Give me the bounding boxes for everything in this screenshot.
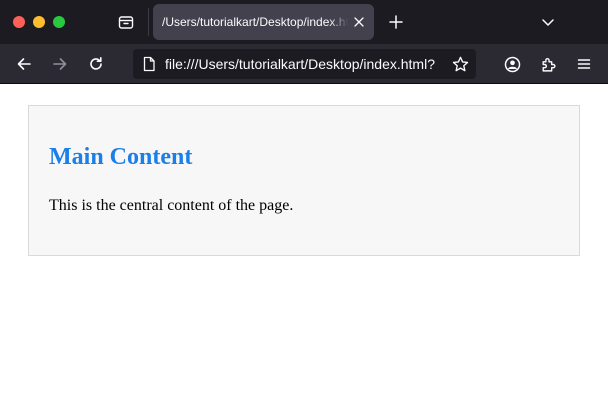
reload-icon: [90, 57, 102, 70]
tab-separator: [148, 8, 149, 36]
forward-icon: [53, 58, 67, 70]
plus-icon: [389, 15, 403, 29]
navigation-toolbar: file:///Users/tutorialkart/Desktop/index…: [0, 44, 608, 84]
extensions-icon: [541, 57, 555, 72]
chevron-down-icon: [542, 19, 554, 26]
main-content-section: Main Content This is the central content…: [28, 105, 580, 256]
account-button[interactable]: [498, 50, 526, 78]
menu-icon: [577, 59, 591, 69]
address-bar[interactable]: file:///Users/tutorialkart/Desktop/index…: [133, 49, 476, 79]
tab-bar: /Users/tutorialkart/Desktop/index.html: [0, 0, 608, 44]
tab-overview-button[interactable]: [112, 9, 140, 35]
window-close-button[interactable]: [13, 16, 25, 28]
tab-overview-icon: [118, 16, 134, 29]
window-minimize-button[interactable]: [33, 16, 45, 28]
back-button[interactable]: [10, 50, 38, 78]
close-icon: [354, 17, 364, 27]
bookmark-star-icon: [452, 56, 468, 71]
url-input[interactable]: file:///Users/tutorialkart/Desktop/index…: [165, 49, 447, 79]
tab-title: /Users/tutorialkart/Desktop/index.html: [162, 15, 348, 29]
list-all-tabs-button[interactable]: [534, 8, 562, 36]
account-icon: [504, 56, 520, 72]
new-tab-button[interactable]: [382, 8, 410, 36]
bookmark-button[interactable]: [450, 54, 470, 74]
page-heading: Main Content: [49, 144, 193, 170]
tab-index-html[interactable]: /Users/tutorialkart/Desktop/index.html: [153, 4, 374, 40]
forward-button[interactable]: [46, 50, 74, 78]
window-zoom-button[interactable]: [53, 16, 65, 28]
application-menu-button[interactable]: [570, 50, 598, 78]
extensions-button[interactable]: [534, 50, 562, 78]
page-paragraph: This is the central content of the page.: [49, 197, 294, 214]
reload-button[interactable]: [82, 50, 110, 78]
back-icon: [17, 58, 31, 70]
close-tab-button[interactable]: [349, 12, 369, 32]
page-icon: [143, 56, 155, 72]
